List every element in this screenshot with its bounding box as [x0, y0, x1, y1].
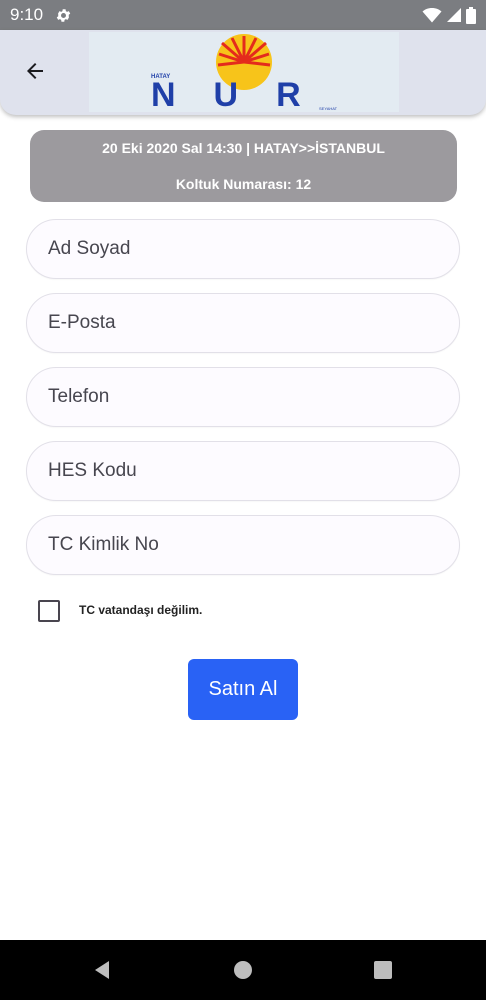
name-input[interactable]: [27, 220, 459, 278]
buy-button[interactable]: Satın Al: [188, 659, 298, 720]
trip-seat-number: Koltuk Numarası: 12: [175, 176, 312, 192]
email-input[interactable]: [27, 294, 459, 352]
signal-icon: [447, 8, 461, 22]
nav-back-icon[interactable]: [91, 958, 115, 982]
phone-field-container: [26, 367, 460, 427]
ticket-purchase-screen: 9:10 HATAY NUR SEYAHAT 20 Eki 2020 Sal 1…: [0, 0, 486, 1000]
trip-date-route: 20 Eki 2020 Sal 14:30 | HATAY>>İSTANBUL: [102, 140, 385, 156]
name-field-container: [26, 219, 460, 279]
battery-icon: [466, 6, 476, 24]
app-bar: HATAY NUR SEYAHAT: [0, 30, 486, 115]
status-time: 9:10: [10, 5, 44, 24]
status-bar: 9:10: [0, 0, 486, 30]
tc-id-input[interactable]: [27, 516, 459, 574]
logo-text-right: SEYAHAT: [319, 106, 338, 111]
status-icons: [422, 6, 476, 24]
nav-home-icon[interactable]: [231, 958, 255, 982]
not-tc-citizen-checkbox[interactable]: [38, 600, 60, 622]
hes-code-field-container: [26, 441, 460, 501]
hes-code-input[interactable]: [27, 442, 459, 500]
logo-brand: NUR: [151, 76, 339, 112]
back-button[interactable]: [16, 52, 54, 90]
arrow-left-icon: [27, 63, 43, 79]
nav-recents-icon[interactable]: [371, 958, 395, 982]
wifi-icon: [422, 8, 442, 23]
hatay-nur-logo: HATAY NUR SEYAHAT: [89, 32, 399, 114]
trip-info-card: 20 Eki 2020 Sal 14:30 | HATAY>>İSTANBUL …: [30, 130, 457, 202]
phone-input[interactable]: [27, 368, 459, 426]
email-field-container: [26, 293, 460, 353]
not-tc-citizen-label: TC vatandaşı değilim.: [79, 603, 203, 617]
tc-id-field-container: [26, 515, 460, 575]
gear-icon: [56, 8, 71, 22]
system-nav-bar: [0, 940, 486, 1000]
